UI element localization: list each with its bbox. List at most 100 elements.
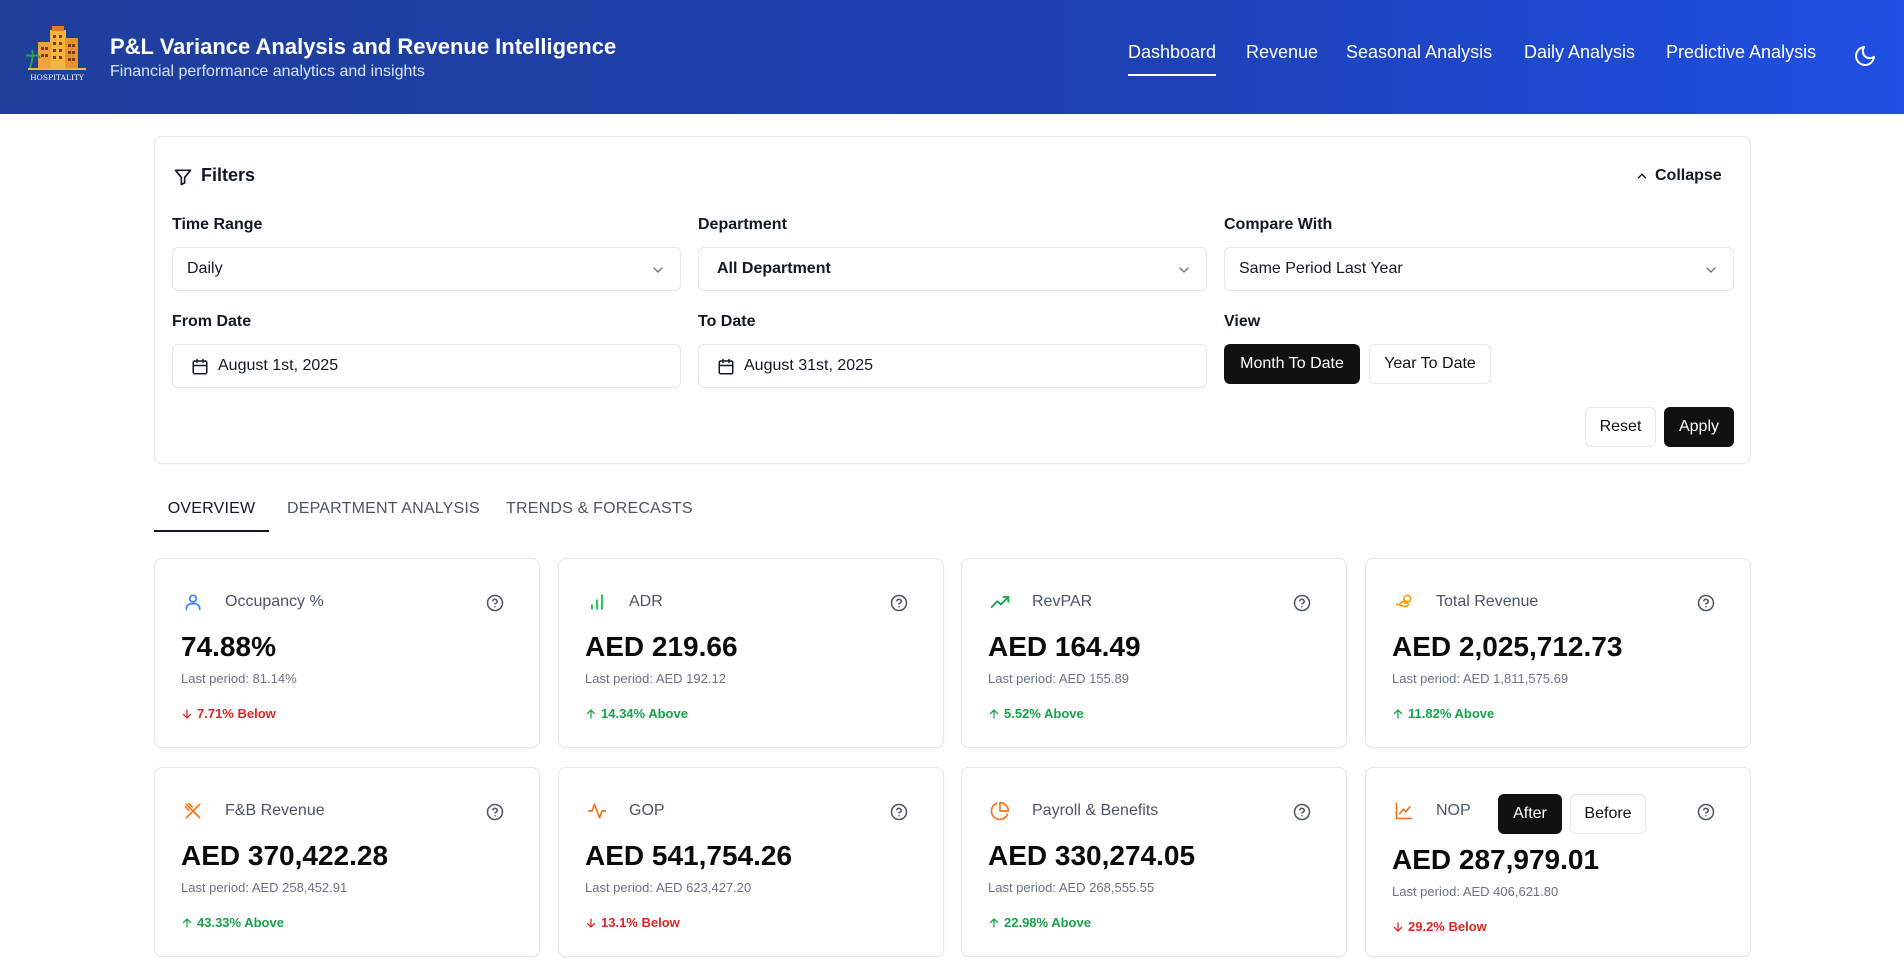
kpi-change: 14.34% Above — [585, 706, 688, 721]
kpi-label: GOP — [629, 802, 665, 819]
help-circle-icon[interactable] — [1293, 803, 1311, 821]
nop-after-button[interactable]: After — [1498, 794, 1562, 834]
time-range-select[interactable]: Daily — [172, 247, 681, 291]
hand-coins-icon — [1395, 594, 1412, 607]
filters-panel: Filters Collapse Time Range Department C… — [154, 136, 1751, 464]
arrow-down-icon — [1393, 921, 1403, 932]
tab-trends-forecasts[interactable]: TRENDS & FORECASTS — [506, 500, 693, 532]
kpi-change: 29.2% Below — [1392, 919, 1487, 934]
time-range-value: Daily — [187, 260, 223, 277]
calendar-icon — [718, 358, 734, 375]
collapse-button[interactable]: Collapse — [1635, 165, 1722, 187]
kpi-label: NOP — [1436, 802, 1471, 819]
chevron-down-icon — [1706, 267, 1716, 273]
chevron-down-icon — [653, 267, 663, 273]
arrow-up-icon — [586, 708, 596, 719]
kpi-last-period: Last period: AED 155.89 — [988, 671, 1129, 686]
moon-icon[interactable] — [1853, 44, 1877, 68]
nav-predictive-analysis[interactable]: Predictive Analysis — [1666, 42, 1816, 76]
kpi-label: Payroll & Benefits — [1032, 802, 1159, 819]
kpi-last-period: Last period: AED 1,811,575.69 — [1392, 671, 1569, 686]
to-date-value: August 31st, 2025 — [744, 357, 873, 374]
kpi-value: AED 287,979.01 — [1392, 844, 1600, 875]
kpi-change: 11.82% Above — [1392, 706, 1494, 721]
nav-daily-analysis[interactable]: Daily Analysis — [1524, 42, 1635, 76]
kpi-change-text: 7.71% Below — [197, 706, 276, 721]
to-date-label: To Date — [698, 313, 756, 330]
chevron-down-icon — [1179, 267, 1189, 273]
from-date-value: August 1st, 2025 — [218, 357, 339, 374]
department-select[interactable]: All Department — [698, 247, 1207, 291]
tab-department-analysis[interactable]: DEPARTMENT ANALYSIS — [287, 500, 480, 532]
kpi-value: AED 2,025,712.73 — [1392, 631, 1623, 662]
kpi-card-nop: NOP After Before AED 287,979.01 Last per… — [1365, 767, 1751, 957]
kpi-value: 74.88% — [181, 631, 276, 662]
kpi-card-revpar: RevPAR AED 164.49 Last period: AED 155.8… — [961, 558, 1347, 748]
bar-chart-icon — [590, 594, 604, 610]
kpi-change-text: 14.34% Above — [601, 706, 688, 721]
kpi-card-adr: ADR AED 219.66 Last period: AED 192.12 1… — [558, 558, 944, 748]
activity-icon — [587, 803, 607, 819]
reset-button[interactable]: Reset — [1585, 407, 1656, 447]
nav-seasonal-analysis[interactable]: Seasonal Analysis — [1346, 42, 1492, 76]
kpi-value: AED 164.49 — [988, 631, 1141, 662]
help-circle-icon[interactable] — [1293, 594, 1311, 612]
tab-overview[interactable]: OVERVIEW — [154, 500, 269, 532]
kpi-label: F&B Revenue — [225, 802, 325, 819]
nav-revenue[interactable]: Revenue — [1246, 42, 1318, 76]
compare-with-value: Same Period Last Year — [1239, 260, 1403, 277]
kpi-label: Occupancy % — [225, 593, 324, 610]
kpi-card-total-revenue: Total Revenue AED 2,025,712.73 Last peri… — [1365, 558, 1751, 748]
to-date-picker[interactable]: August 31st, 2025 — [698, 344, 1207, 388]
view-year-to-date-button[interactable]: Year To Date — [1369, 344, 1491, 384]
view-month-to-date-button[interactable]: Month To Date — [1224, 344, 1360, 384]
kpi-last-period: Last period: AED 268,555.55 — [988, 880, 1155, 895]
help-circle-icon[interactable] — [1697, 594, 1715, 612]
kpi-label: ADR — [629, 593, 663, 610]
line-chart-icon — [1395, 802, 1413, 820]
trending-up-icon — [990, 596, 1010, 608]
kpi-change: 7.71% Below — [181, 706, 276, 721]
kpi-last-period: Last period: 81.14% — [181, 671, 297, 686]
kpi-card-payroll-benefits: Payroll & Benefits AED 330,274.05 Last p… — [961, 767, 1347, 957]
hospitality-logo: HOSPITALITY — [26, 26, 86, 82]
kpi-change: 13.1% Below — [585, 915, 680, 930]
filter-icon — [174, 169, 192, 186]
chevron-up-icon — [1637, 173, 1647, 179]
nav-dashboard[interactable]: Dashboard — [1128, 42, 1217, 76]
department-value: All Department — [717, 260, 831, 277]
kpi-change-text: 22.98% Above — [1004, 915, 1091, 930]
arrow-down-icon — [586, 917, 596, 928]
kpi-value: AED 219.66 — [585, 631, 738, 662]
kpi-change-text: 11.82% Above — [1408, 706, 1495, 721]
from-date-picker[interactable]: August 1st, 2025 — [172, 344, 681, 388]
kpi-change: 22.98% Above — [988, 915, 1091, 930]
help-circle-icon[interactable] — [1697, 803, 1715, 821]
kpi-last-period: Last period: AED 623,427.20 — [585, 880, 752, 895]
kpi-change-text: 13.1% Below — [601, 915, 680, 930]
kpi-change-text: 43.33% Above — [197, 915, 284, 930]
help-circle-icon[interactable] — [486, 803, 504, 821]
help-circle-icon[interactable] — [890, 594, 908, 612]
arrow-up-icon — [989, 917, 999, 928]
kpi-change-text: 29.2% Below — [1408, 919, 1487, 934]
user-icon — [185, 594, 201, 611]
arrow-down-icon — [182, 708, 192, 719]
compare-with-select[interactable]: Same Period Last Year — [1224, 247, 1734, 291]
kpi-change-text: 5.52% Above — [1004, 706, 1084, 721]
nop-before-button[interactable]: Before — [1570, 794, 1646, 834]
kpi-card-occupancy: Occupancy % 74.88% Last period: 81.14% 7… — [154, 558, 540, 748]
help-circle-icon[interactable] — [486, 594, 504, 612]
app-header: HOSPITALITY P&L Variance Analysis and Re… — [0, 0, 1904, 114]
arrow-up-icon — [1393, 708, 1403, 719]
app-subtitle: Financial performance analytics and insi… — [110, 63, 425, 80]
apply-button[interactable]: Apply — [1664, 407, 1734, 447]
kpi-card-gop: GOP AED 541,754.26 Last period: AED 623,… — [558, 767, 944, 957]
kpi-value: AED 330,274.05 — [988, 840, 1196, 871]
compare-with-label: Compare With — [1224, 216, 1333, 233]
kpi-label: Total Revenue — [1436, 593, 1539, 610]
pie-chart-icon — [990, 801, 1010, 821]
kpi-change: 43.33% Above — [181, 915, 284, 930]
help-circle-icon[interactable] — [890, 803, 908, 821]
logo-text: HOSPITALITY — [30, 73, 85, 82]
